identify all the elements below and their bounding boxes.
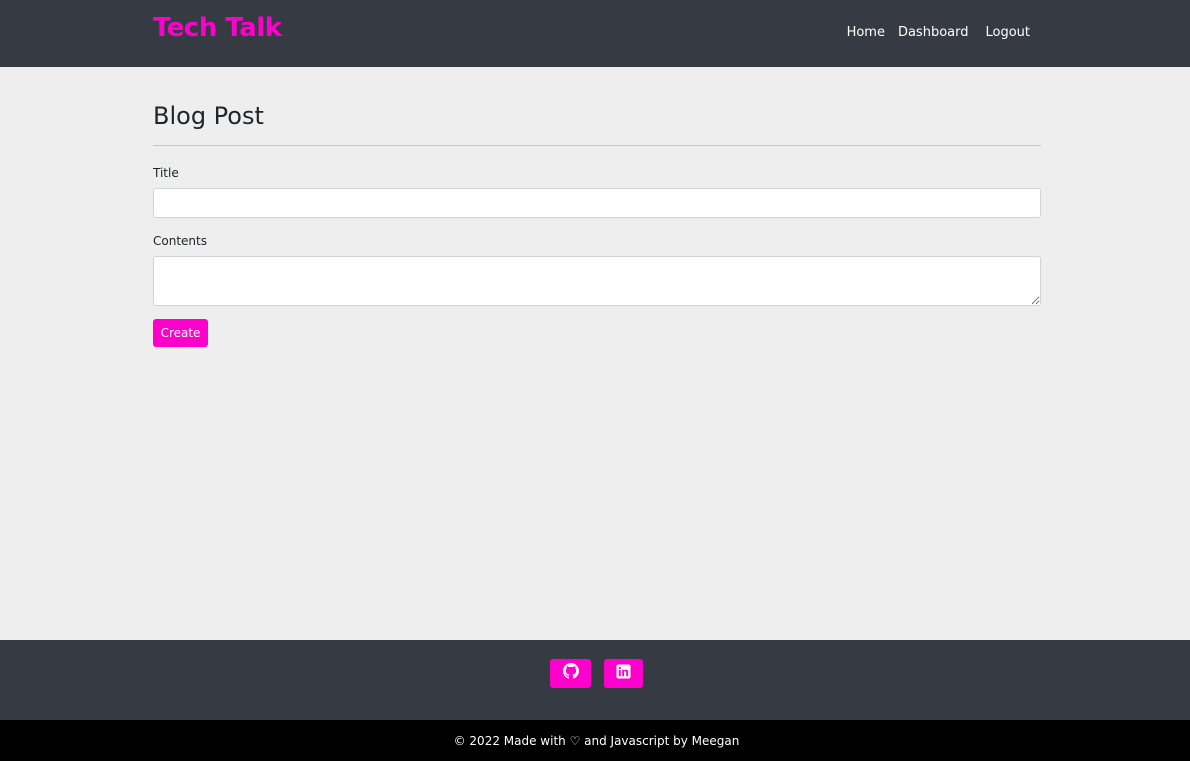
main-nav: Home Dashboard Logout: [847, 25, 1030, 40]
blog-post-form: Title Contents Create: [153, 166, 1041, 347]
copyright-bar: © 2022 Made with ♡ and Javascript by Mee…: [0, 720, 1190, 761]
github-icon: [562, 663, 579, 684]
main-content: Blog Post Title Contents Create: [153, 100, 1041, 347]
linkedin-icon: [616, 663, 631, 684]
nav-logout-link[interactable]: Logout: [985, 25, 1030, 40]
nav-dashboard-link[interactable]: Dashboard: [898, 25, 969, 40]
github-button[interactable]: [550, 659, 591, 688]
page-title: Blog Post: [153, 102, 264, 130]
site-footer: [0, 640, 1190, 720]
contents-textarea[interactable]: [153, 256, 1041, 306]
title-input[interactable]: [153, 188, 1041, 218]
site-header: Tech Talk Home Dashboard Logout: [0, 0, 1190, 67]
nav-home-link[interactable]: Home: [847, 25, 885, 40]
brand-logo[interactable]: Tech Talk: [153, 13, 282, 43]
linkedin-button[interactable]: [604, 659, 643, 688]
title-label: Title: [153, 166, 179, 180]
title-divider: [153, 145, 1041, 146]
create-button[interactable]: Create: [153, 319, 208, 347]
contents-label: Contents: [153, 234, 207, 248]
copyright-text: © 2022 Made with ♡ and Javascript by Mee…: [453, 733, 740, 748]
